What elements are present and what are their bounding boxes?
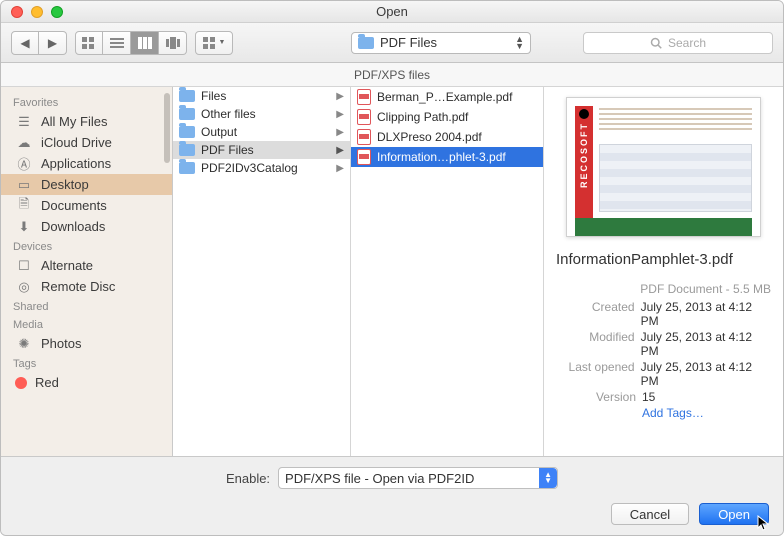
column-2: Berman_P…Example.pdf Clipping Path.pdf D… <box>351 87 544 456</box>
back-button[interactable]: ◀ <box>11 31 39 55</box>
chevron-right-icon: ▶ <box>336 109 344 120</box>
version-label: Version <box>556 390 642 404</box>
chevron-right-icon: ▶ <box>336 127 344 138</box>
sidebar-scrollbar[interactable] <box>164 93 170 163</box>
enable-value: PDF/XPS file - Open via PDF2ID <box>285 471 474 486</box>
footer: Enable: PDF/XPS file - Open via PDF2ID ▲… <box>1 456 783 535</box>
sidebar-item-icloud-drive[interactable]: ☁iCloud Drive <box>1 132 172 153</box>
sidebar-item-documents[interactable]: 🗎Documents <box>1 195 172 216</box>
downloads-icon: ⬇ <box>15 220 33 234</box>
version-value: 15 <box>642 390 655 404</box>
tag-dot-red <box>15 377 27 389</box>
coverflow-view-button[interactable] <box>159 31 187 55</box>
preview-doc-type: PDF Document - 5.5 MB <box>556 282 771 296</box>
subheader: PDF/XPS files <box>1 63 783 87</box>
enable-popup[interactable]: PDF/XPS file - Open via PDF2ID ▲▼ <box>278 467 558 489</box>
chevron-right-icon: ▶ <box>336 163 344 174</box>
search-field[interactable]: Search <box>583 32 773 54</box>
folder-icon <box>179 144 195 156</box>
add-tags-link[interactable]: Add Tags… <box>642 406 704 420</box>
column-1: Files▶ Other files▶ Output▶ PDF Files▶ P… <box>173 87 351 456</box>
sidebar-item-remote-disc[interactable]: ◎Remote Disc <box>1 276 172 297</box>
file-item-selected[interactable]: Information…phlet-3.pdf <box>351 147 543 167</box>
folder-icon <box>179 126 195 138</box>
sidebar-section-devices: Devices <box>1 237 172 255</box>
disc-icon: ◎ <box>15 280 33 294</box>
modified-label: Modified <box>556 330 641 358</box>
enable-label: Enable: <box>226 471 270 486</box>
file-item[interactable]: Berman_P…Example.pdf <box>351 87 543 107</box>
sidebar-section-shared: Shared <box>1 297 172 315</box>
search-icon <box>650 37 662 49</box>
sidebar-item-desktop[interactable]: ▭Desktop <box>1 174 172 195</box>
titlebar: Open <box>1 1 783 23</box>
chevron-right-icon: ▶ <box>336 145 344 156</box>
folder-item-selected[interactable]: PDF Files▶ <box>173 141 350 159</box>
cloud-icon: ☁ <box>15 136 33 150</box>
lastopened-label: Last opened <box>556 360 641 388</box>
all-my-files-icon: ☰ <box>15 115 33 129</box>
documents-icon: 🗎 <box>15 199 33 213</box>
sidebar-item-downloads[interactable]: ⬇Downloads <box>1 216 172 237</box>
modified-value: July 25, 2013 at 4:12 PM <box>641 330 771 358</box>
updown-icon: ▲▼ <box>539 468 557 488</box>
window-title: Open <box>1 4 783 19</box>
sidebar-item-photos[interactable]: ✺Photos <box>1 333 172 354</box>
arrange-button[interactable]: ▼ <box>195 31 233 55</box>
nav-buttons: ◀ ▶ <box>11 31 67 55</box>
photos-icon: ✺ <box>15 337 33 351</box>
icon-view-button[interactable] <box>75 31 103 55</box>
pdf-icon <box>357 89 371 105</box>
forward-button[interactable]: ▶ <box>39 31 67 55</box>
view-mode-buttons <box>75 31 187 55</box>
toolbar: ◀ ▶ ▼ PDF Files ▲▼ <box>1 23 783 63</box>
desktop-icon: ▭ <box>15 178 33 192</box>
created-label: Created <box>556 300 641 328</box>
file-item[interactable]: Clipping Path.pdf <box>351 107 543 127</box>
folder-icon <box>358 37 374 49</box>
updown-icon: ▲▼ <box>515 36 524 50</box>
sidebar-item-applications[interactable]: ⒶApplications <box>1 153 172 174</box>
folder-icon <box>179 90 195 102</box>
pdf-icon <box>357 149 371 165</box>
preview-filename: InformationPamphlet-3.pdf <box>556 251 771 268</box>
path-popup[interactable]: PDF Files ▲▼ <box>351 32 531 54</box>
list-view-button[interactable] <box>103 31 131 55</box>
file-item[interactable]: DLXPreso 2004.pdf <box>351 127 543 147</box>
preview-thumbnail: RECOSOFT <box>566 97 761 237</box>
folder-icon <box>179 108 195 120</box>
disk-icon: ☐ <box>15 259 33 273</box>
cursor-icon <box>757 515 771 533</box>
folder-item[interactable]: Output▶ <box>173 123 350 141</box>
sidebar-section-media: Media <box>1 315 172 333</box>
folder-icon <box>179 162 195 174</box>
created-value: July 25, 2013 at 4:12 PM <box>641 300 771 328</box>
lastopened-value: July 25, 2013 at 4:12 PM <box>641 360 771 388</box>
pdf-icon <box>357 109 371 125</box>
column-view-button[interactable] <box>131 31 159 55</box>
applications-icon: Ⓐ <box>15 157 33 171</box>
chevron-right-icon: ▶ <box>336 91 344 102</box>
folder-item[interactable]: PDF2IDv3Catalog▶ <box>173 159 350 177</box>
pdf-icon <box>357 129 371 145</box>
preview-pane: RECOSOFT InformationPamphlet-3.pdf PDF D… <box>544 87 783 456</box>
sidebar-section-tags: Tags <box>1 354 172 372</box>
sidebar-item-alternate[interactable]: ☐Alternate <box>1 255 172 276</box>
sidebar-item-tag-red[interactable]: Red <box>1 372 172 393</box>
folder-item[interactable]: Files▶ <box>173 87 350 105</box>
path-label: PDF Files <box>380 35 437 50</box>
cancel-button[interactable]: Cancel <box>611 503 689 525</box>
folder-item[interactable]: Other files▶ <box>173 105 350 123</box>
sidebar-section-favorites: Favorites <box>1 93 172 111</box>
sidebar: Favorites ☰All My Files ☁iCloud Drive ⒶA… <box>1 87 173 456</box>
search-placeholder: Search <box>668 36 706 50</box>
sidebar-item-all-my-files[interactable]: ☰All My Files <box>1 111 172 132</box>
